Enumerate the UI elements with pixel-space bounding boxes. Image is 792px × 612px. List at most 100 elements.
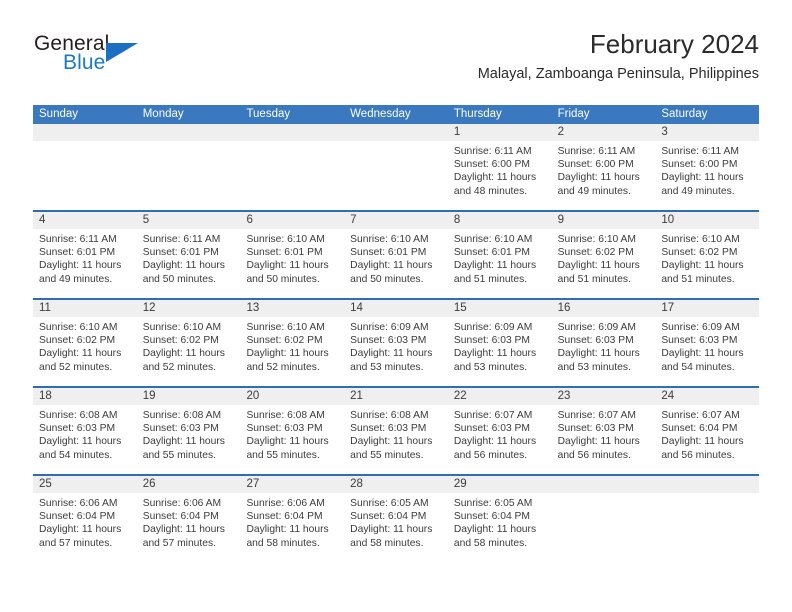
day-cell[interactable]: Sunrise: 6:11 AM Sunset: 6:01 PM Dayligh… — [33, 229, 137, 298]
calendar-grid: Sunday Monday Tuesday Wednesday Thursday… — [33, 105, 759, 564]
day-cell[interactable]: Sunrise: 6:08 AM Sunset: 6:03 PM Dayligh… — [240, 405, 344, 474]
daylight-text-line2: and 51 minutes. — [453, 273, 528, 285]
day-cell[interactable] — [137, 141, 241, 210]
day-cell[interactable]: Sunrise: 6:07 AM Sunset: 6:03 PM Dayligh… — [448, 405, 552, 474]
calendar-week-row: 1 2 3 Sunrise: 6:11 AM Sunset: 6:00 PM D… — [33, 124, 759, 212]
day-number — [240, 124, 344, 141]
day-cell[interactable]: Sunrise: 6:07 AM Sunset: 6:04 PM Dayligh… — [655, 405, 759, 474]
sunset-text: Sunset: 6:01 PM — [39, 247, 116, 259]
day-number: 7 — [350, 214, 357, 226]
day-number: 24 — [661, 390, 675, 402]
sunrise-text: Sunrise: 6:11 AM — [142, 234, 221, 245]
day-cell[interactable]: Sunrise: 6:10 AM Sunset: 6:01 PM Dayligh… — [240, 229, 344, 298]
day-cell[interactable] — [655, 493, 759, 562]
day-cell[interactable]: Sunrise: 6:08 AM Sunset: 6:03 PM Dayligh… — [344, 405, 448, 474]
day-cell[interactable]: Sunrise: 6:09 AM Sunset: 6:03 PM Dayligh… — [655, 317, 759, 386]
day-cell[interactable]: Sunrise: 6:11 AM Sunset: 6:00 PM Dayligh… — [552, 141, 656, 210]
daylight-text-line2: and 53 minutes. — [557, 361, 631, 373]
sunrise-text: Sunrise: 6:06 AM — [246, 498, 325, 509]
day-cell[interactable]: Sunrise: 6:09 AM Sunset: 6:03 PM Dayligh… — [552, 317, 656, 386]
day-number: 18 — [39, 390, 52, 402]
daylight-text-line2: and 52 minutes. — [142, 361, 216, 373]
day-number — [137, 124, 241, 141]
day-cell[interactable] — [33, 141, 137, 210]
sunset-text: Sunset: 6:01 PM — [350, 247, 427, 259]
sunset-text: Sunset: 6:03 PM — [246, 423, 323, 435]
day-cell[interactable]: Sunrise: 6:10 AM Sunset: 6:02 PM Dayligh… — [137, 317, 241, 386]
day-cell[interactable]: Sunrise: 6:10 AM Sunset: 6:02 PM Dayligh… — [655, 229, 759, 298]
day-number: 5 — [142, 214, 150, 226]
day-cell[interactable]: Sunrise: 6:05 AM Sunset: 6:04 PM Dayligh… — [448, 493, 552, 562]
sunrise-text: Sunrise: 6:10 AM — [39, 322, 118, 333]
day-cell[interactable]: Sunrise: 6:09 AM Sunset: 6:03 PM Dayligh… — [448, 317, 552, 386]
sunrise-text: Sunrise: 6:06 AM — [142, 498, 222, 509]
day-cell[interactable] — [240, 141, 344, 210]
sunrise-text: Sunrise: 6:09 AM — [453, 322, 533, 333]
day-cell[interactable]: Sunrise: 6:10 AM Sunset: 6:02 PM Dayligh… — [240, 317, 344, 386]
day-cell[interactable]: Sunrise: 6:10 AM Sunset: 6:01 PM Dayligh… — [344, 229, 448, 298]
day-number: 29 — [453, 478, 467, 490]
day-number: 9 — [557, 214, 564, 226]
sunset-text: Sunset: 6:02 PM — [557, 247, 634, 259]
daylight-text-line2: and 50 minutes. — [350, 273, 424, 285]
day-cell[interactable]: Sunrise: 6:06 AM Sunset: 6:04 PM Dayligh… — [137, 493, 241, 562]
day-number: 2 — [557, 126, 564, 138]
day-cell[interactable]: Sunrise: 6:10 AM Sunset: 6:01 PM Dayligh… — [448, 229, 552, 298]
daylight-text-line1: Daylight: 11 hours — [142, 260, 225, 272]
day-cell[interactable]: Sunrise: 6:07 AM Sunset: 6:03 PM Dayligh… — [552, 405, 656, 474]
daylight-text-line1: Daylight: 11 hours — [142, 348, 225, 360]
day-number: 8 — [453, 214, 461, 226]
sunset-text: Sunset: 6:04 PM — [453, 511, 531, 523]
sunset-text: Sunset: 6:03 PM — [350, 423, 427, 435]
day-number-band: 4 5 6 7 8 9 10 — [33, 212, 759, 229]
day-cell[interactable]: Sunrise: 6:09 AM Sunset: 6:03 PM Dayligh… — [344, 317, 448, 386]
sunset-text: Sunset: 6:04 PM — [142, 511, 219, 523]
day-number: 3 — [661, 126, 668, 138]
day-cell[interactable] — [552, 493, 656, 562]
sunset-text: Sunset: 6:03 PM — [453, 335, 531, 347]
daylight-text-line2: and 56 minutes. — [453, 449, 528, 461]
daylight-text-line1: Daylight: 11 hours — [661, 260, 744, 272]
sunrise-text: Sunrise: 6:10 AM — [557, 234, 637, 245]
day-cell[interactable]: Sunrise: 6:10 AM Sunset: 6:02 PM Dayligh… — [33, 317, 137, 386]
sunset-text: Sunset: 6:03 PM — [453, 423, 531, 435]
day-number — [344, 124, 448, 141]
day-number: 26 — [142, 478, 156, 490]
daylight-text-line2: and 51 minutes. — [557, 273, 631, 285]
daylight-text-line1: Daylight: 11 hours — [39, 524, 122, 536]
daylight-text-line1: Daylight: 11 hours — [246, 436, 329, 448]
day-cell[interactable]: Sunrise: 6:05 AM Sunset: 6:04 PM Dayligh… — [344, 493, 448, 562]
sunset-text: Sunset: 6:01 PM — [246, 247, 323, 259]
daylight-text-line1: Daylight: 11 hours — [557, 348, 640, 360]
sunset-text: Sunset: 6:04 PM — [661, 423, 738, 435]
brand-logo[interactable]: General Blue — [33, 32, 213, 88]
day-cell[interactable]: Sunrise: 6:11 AM Sunset: 6:01 PM Dayligh… — [137, 229, 241, 298]
day-cell[interactable]: Sunrise: 6:10 AM Sunset: 6:02 PM Dayligh… — [552, 229, 656, 298]
sunset-text: Sunset: 6:03 PM — [142, 423, 219, 435]
day-cell[interactable]: Sunrise: 6:06 AM Sunset: 6:04 PM Dayligh… — [240, 493, 344, 562]
daylight-text-line1: Daylight: 11 hours — [557, 436, 640, 448]
sunset-text: Sunset: 6:02 PM — [39, 335, 116, 347]
daylight-text-line2: and 58 minutes. — [453, 537, 528, 549]
daylight-text-line2: and 50 minutes. — [142, 273, 216, 285]
title-block: February 2024 Malayal, Zamboanga Peninsu… — [478, 28, 759, 83]
day-cell[interactable] — [344, 141, 448, 210]
day-cell[interactable]: Sunrise: 6:11 AM Sunset: 6:00 PM Dayligh… — [448, 141, 552, 210]
daylight-text-line1: Daylight: 11 hours — [350, 436, 433, 448]
day-cell[interactable]: Sunrise: 6:11 AM Sunset: 6:00 PM Dayligh… — [655, 141, 759, 210]
day-number: 1 — [453, 126, 461, 138]
day-cell[interactable]: Sunrise: 6:08 AM Sunset: 6:03 PM Dayligh… — [137, 405, 241, 474]
sunset-text: Sunset: 6:00 PM — [661, 159, 738, 171]
sunrise-text: Sunrise: 6:10 AM — [453, 234, 533, 245]
day-number — [655, 476, 759, 493]
sunset-text: Sunset: 6:01 PM — [453, 247, 531, 259]
sunrise-text: Sunrise: 6:11 AM — [453, 146, 532, 157]
daylight-text-line1: Daylight: 11 hours — [453, 436, 537, 448]
weekday-header-thursday: Thursday — [453, 108, 502, 120]
calendar-week-row: 25 26 27 28 29 Sunrise: 6:06 AM Sunset: … — [33, 476, 759, 564]
day-cell[interactable]: Sunrise: 6:08 AM Sunset: 6:03 PM Dayligh… — [33, 405, 137, 474]
day-cell[interactable]: Sunrise: 6:06 AM Sunset: 6:04 PM Dayligh… — [33, 493, 137, 562]
day-body-band: Sunrise: 6:11 AM Sunset: 6:01 PM Dayligh… — [33, 229, 759, 298]
day-body-band: Sunrise: 6:08 AM Sunset: 6:03 PM Dayligh… — [33, 405, 759, 474]
daylight-text-line1: Daylight: 11 hours — [246, 348, 329, 360]
